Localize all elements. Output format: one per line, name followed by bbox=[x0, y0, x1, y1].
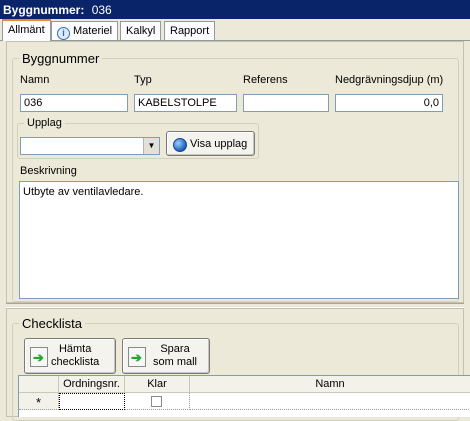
byggnummer-legend: Byggnummer bbox=[19, 51, 103, 66]
hamta-checklista-label: Hämta checklista bbox=[51, 343, 99, 369]
typ-label: Typ bbox=[134, 74, 152, 86]
grid-header-rowselector bbox=[19, 376, 59, 393]
hamta-line1: Hämta bbox=[58, 343, 92, 355]
beskrivning-label: Beskrivning bbox=[20, 165, 77, 177]
window-title-label: Byggnummer: bbox=[3, 3, 85, 17]
upplag-legend: Upplag bbox=[24, 117, 65, 129]
tab-rapport[interactable]: Rapport bbox=[164, 21, 216, 40]
new-row-marker: * bbox=[19, 393, 59, 410]
tab-materiel-label: Materiel bbox=[73, 25, 113, 37]
tab-rapport-label: Rapport bbox=[170, 25, 210, 37]
spara-som-mall-button[interactable]: Spara som mall bbox=[122, 338, 210, 374]
tab-allmant[interactable]: Allmänt bbox=[2, 19, 51, 41]
tab-materiel[interactable]: i Materiel bbox=[51, 21, 119, 40]
info-icon: i bbox=[57, 27, 70, 40]
grid-header-klar[interactable]: Klar bbox=[125, 376, 190, 393]
grid-cell-namn[interactable] bbox=[190, 393, 470, 410]
spara-line2: som mall bbox=[153, 356, 198, 368]
visa-upplag-label: Visa upplag bbox=[190, 138, 248, 150]
referens-label: Referens bbox=[243, 74, 288, 86]
globe-icon bbox=[173, 138, 187, 152]
grid-cell-ordningsnr[interactable] bbox=[59, 393, 125, 410]
window-title-value: 036 bbox=[91, 3, 112, 17]
upplag-select[interactable]: ▼ bbox=[20, 137, 160, 155]
djup-input[interactable]: 0,0 bbox=[335, 94, 443, 112]
upplag-select-value bbox=[21, 138, 24, 150]
spara-som-mall-label: Spara som mall bbox=[153, 343, 197, 369]
hamta-line2: checklista bbox=[51, 356, 100, 368]
grid-header-ordningsnr[interactable]: Ordningsnr. bbox=[59, 376, 125, 393]
checklist-grid: Ordningsnr. Klar Namn * bbox=[18, 375, 470, 417]
namn-input[interactable]: 036 bbox=[20, 94, 128, 112]
djup-label: Nedgrävningsdjup (m) bbox=[335, 74, 444, 86]
chevron-down-icon[interactable]: ▼ bbox=[143, 138, 159, 154]
tab-strip: Allmänt i Materiel Kalkyl Rapport bbox=[0, 19, 470, 41]
spara-line1: Spara bbox=[160, 343, 190, 355]
beskrivning-textarea[interactable]: Utbyte av ventilavledare. bbox=[19, 181, 459, 299]
tab-kalkyl-label: Kalkyl bbox=[126, 25, 156, 37]
referens-input[interactable] bbox=[243, 94, 329, 112]
grid-cell-klar[interactable] bbox=[125, 393, 190, 410]
tab-kalkyl[interactable]: Kalkyl bbox=[120, 21, 162, 40]
save-icon bbox=[128, 347, 146, 367]
tab-allmant-label: Allmänt bbox=[8, 24, 45, 36]
window-title-bar: Byggnummer: 036 bbox=[0, 0, 470, 19]
hamta-checklista-button[interactable]: Hämta checklista bbox=[24, 338, 116, 374]
import-icon bbox=[30, 347, 48, 367]
checklista-legend: Checklista bbox=[19, 316, 85, 331]
klar-checkbox[interactable] bbox=[151, 396, 162, 407]
namn-label: Namn bbox=[20, 74, 50, 86]
general-panel: Byggnummer Namn 036 Typ KABELSTOLPE Refe… bbox=[6, 41, 464, 303]
grid-header-namn[interactable]: Namn bbox=[190, 376, 470, 393]
visa-upplag-button[interactable]: Visa upplag bbox=[166, 131, 255, 156]
typ-input[interactable]: KABELSTOLPE bbox=[134, 94, 237, 112]
